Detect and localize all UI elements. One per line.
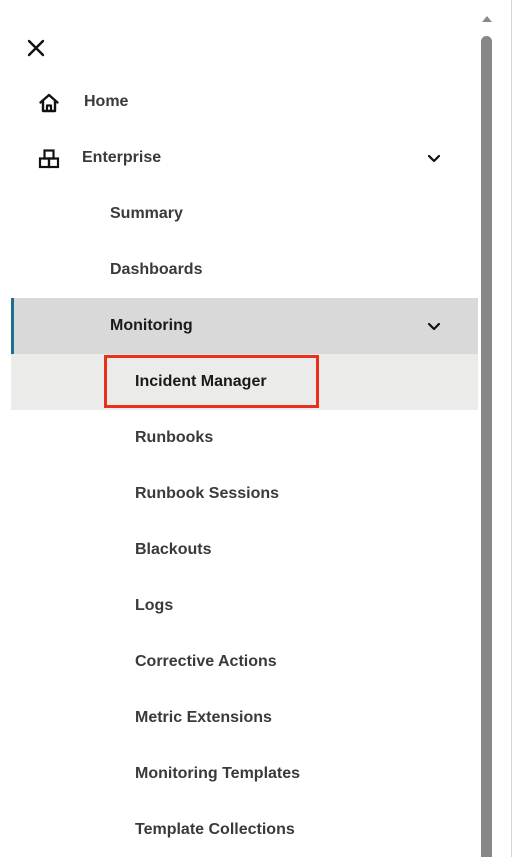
nav-item-incident-manager[interactable]: Incident Manager bbox=[11, 354, 478, 410]
enterprise-icon bbox=[38, 148, 60, 170]
nav-item-label: Enterprise bbox=[82, 149, 162, 166]
nav-item-label: Metric Extensions bbox=[135, 709, 272, 726]
nav-item-metric-extensions[interactable]: Metric Extensions bbox=[11, 690, 478, 746]
scrollbar-thumb[interactable] bbox=[481, 36, 492, 857]
nav-item-home[interactable]: Home bbox=[11, 74, 478, 130]
nav-item-label: Logs bbox=[135, 597, 174, 614]
close-icon[interactable] bbox=[26, 38, 46, 58]
nav-item-label: Monitoring bbox=[110, 317, 193, 334]
divider bbox=[511, 0, 512, 857]
scroll-up-arrow-icon[interactable] bbox=[482, 16, 492, 22]
nav-item-label: Summary bbox=[110, 205, 183, 222]
nav-item-label: Monitoring Templates bbox=[135, 765, 301, 782]
nav-item-corrective-actions[interactable]: Corrective Actions bbox=[11, 634, 478, 690]
nav-item-label: Home bbox=[84, 93, 129, 110]
nav-item-label: Corrective Actions bbox=[135, 653, 277, 670]
nav-item-runbooks[interactable]: Runbooks bbox=[11, 410, 478, 466]
nav-item-enterprise[interactable]: Enterprise bbox=[11, 130, 478, 186]
nav-item-label: Blackouts bbox=[135, 541, 212, 558]
nav-item-template-collections[interactable]: Template Collections bbox=[11, 802, 478, 858]
nav-item-summary[interactable]: Summary bbox=[11, 186, 478, 242]
home-icon bbox=[38, 92, 60, 114]
nav-item-logs[interactable]: Logs bbox=[11, 578, 478, 634]
nav-item-monitoring[interactable]: Monitoring bbox=[11, 298, 478, 354]
scrollbar[interactable] bbox=[478, 0, 497, 857]
nav-item-runbook-sessions[interactable]: Runbook Sessions bbox=[11, 466, 478, 522]
nav-item-label: Incident Manager bbox=[135, 373, 267, 390]
chevron-down-icon[interactable] bbox=[427, 320, 441, 332]
nav-item-dashboards[interactable]: Dashboards bbox=[11, 242, 478, 298]
navigation-drawer: Home Enterprise Summary Dashboards Monit… bbox=[0, 0, 478, 857]
nav-item-monitoring-templates[interactable]: Monitoring Templates bbox=[11, 746, 478, 802]
nav-item-label: Runbook Sessions bbox=[135, 485, 280, 502]
nav-item-label: Template Collections bbox=[135, 821, 295, 838]
nav-item-label: Runbooks bbox=[135, 429, 214, 446]
nav-item-blackouts[interactable]: Blackouts bbox=[11, 522, 478, 578]
chevron-down-icon[interactable] bbox=[427, 152, 441, 164]
nav-item-label: Dashboards bbox=[110, 261, 203, 278]
